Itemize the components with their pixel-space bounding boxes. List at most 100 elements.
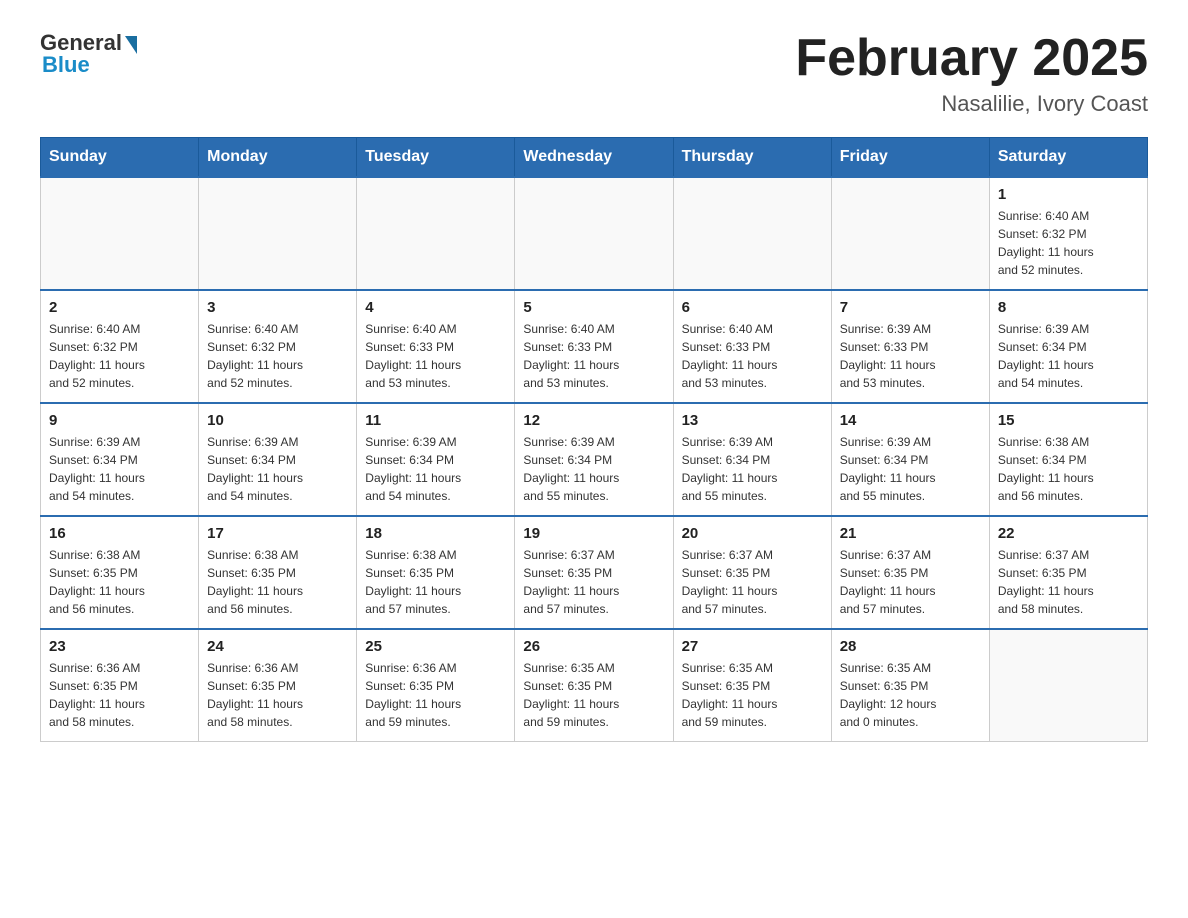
day-number: 26 bbox=[523, 638, 664, 655]
calendar-cell: 13 Sunrise: 6:39 AM Sunset: 6:34 PM Dayli… bbox=[673, 403, 831, 516]
calendar-cell: 5 Sunrise: 6:40 AM Sunset: 6:33 PM Daylig… bbox=[515, 290, 673, 403]
day-info: Sunrise: 6:38 AM Sunset: 6:34 PM Dayligh… bbox=[998, 433, 1139, 505]
calendar-cell: 3 Sunrise: 6:40 AM Sunset: 6:32 PM Daylig… bbox=[199, 290, 357, 403]
logo-blue-text: Blue bbox=[42, 52, 90, 78]
day-number: 1 bbox=[998, 186, 1139, 203]
weekday-header-friday: Friday bbox=[831, 138, 989, 178]
day-number: 8 bbox=[998, 299, 1139, 316]
day-number: 27 bbox=[682, 638, 823, 655]
calendar-cell: 6 Sunrise: 6:40 AM Sunset: 6:33 PM Daylig… bbox=[673, 290, 831, 403]
title-block: February 2025 Nasalilie, Ivory Coast bbox=[795, 30, 1148, 117]
calendar-location: Nasalilie, Ivory Coast bbox=[795, 91, 1148, 117]
day-number: 18 bbox=[365, 525, 506, 542]
calendar-week-row: 16 Sunrise: 6:38 AM Sunset: 6:35 PM Dayli… bbox=[41, 516, 1148, 629]
calendar-cell: 19 Sunrise: 6:37 AM Sunset: 6:35 PM Dayli… bbox=[515, 516, 673, 629]
page-header: General Blue February 2025 Nasalilie, Iv… bbox=[40, 30, 1148, 117]
calendar-cell: 27 Sunrise: 6:35 AM Sunset: 6:35 PM Dayli… bbox=[673, 629, 831, 742]
day-info: Sunrise: 6:40 AM Sunset: 6:33 PM Dayligh… bbox=[682, 320, 823, 392]
logo-triangle-icon bbox=[125, 36, 137, 54]
weekday-header-wednesday: Wednesday bbox=[515, 138, 673, 178]
day-info: Sunrise: 6:40 AM Sunset: 6:33 PM Dayligh… bbox=[365, 320, 506, 392]
calendar-cell: 22 Sunrise: 6:37 AM Sunset: 6:35 PM Dayli… bbox=[989, 516, 1147, 629]
calendar-cell bbox=[357, 177, 515, 290]
calendar-cell bbox=[673, 177, 831, 290]
day-info: Sunrise: 6:39 AM Sunset: 6:34 PM Dayligh… bbox=[49, 433, 190, 505]
day-info: Sunrise: 6:39 AM Sunset: 6:33 PM Dayligh… bbox=[840, 320, 981, 392]
day-info: Sunrise: 6:37 AM Sunset: 6:35 PM Dayligh… bbox=[523, 546, 664, 618]
day-number: 6 bbox=[682, 299, 823, 316]
calendar-cell bbox=[515, 177, 673, 290]
calendar-week-row: 9 Sunrise: 6:39 AM Sunset: 6:34 PM Daylig… bbox=[41, 403, 1148, 516]
day-number: 11 bbox=[365, 412, 506, 429]
calendar-cell: 26 Sunrise: 6:35 AM Sunset: 6:35 PM Dayli… bbox=[515, 629, 673, 742]
day-info: Sunrise: 6:39 AM Sunset: 6:34 PM Dayligh… bbox=[682, 433, 823, 505]
day-info: Sunrise: 6:36 AM Sunset: 6:35 PM Dayligh… bbox=[207, 659, 348, 731]
calendar-cell: 28Sunrise: 6:35 AM Sunset: 6:35 PM Dayli… bbox=[831, 629, 989, 742]
calendar-cell: 9 Sunrise: 6:39 AM Sunset: 6:34 PM Daylig… bbox=[41, 403, 199, 516]
calendar-cell bbox=[199, 177, 357, 290]
calendar-cell: 20 Sunrise: 6:37 AM Sunset: 6:35 PM Dayli… bbox=[673, 516, 831, 629]
day-info: Sunrise: 6:37 AM Sunset: 6:35 PM Dayligh… bbox=[840, 546, 981, 618]
calendar-cell bbox=[989, 629, 1147, 742]
calendar-cell: 8 Sunrise: 6:39 AM Sunset: 6:34 PM Daylig… bbox=[989, 290, 1147, 403]
day-number: 19 bbox=[523, 525, 664, 542]
calendar-cell: 17Sunrise: 6:38 AM Sunset: 6:35 PM Dayli… bbox=[199, 516, 357, 629]
day-info: Sunrise: 6:39 AM Sunset: 6:34 PM Dayligh… bbox=[998, 320, 1139, 392]
day-info: Sunrise: 6:37 AM Sunset: 6:35 PM Dayligh… bbox=[682, 546, 823, 618]
calendar-cell bbox=[41, 177, 199, 290]
day-number: 16 bbox=[49, 525, 190, 542]
day-number: 3 bbox=[207, 299, 348, 316]
day-number: 22 bbox=[998, 525, 1139, 542]
day-number: 25 bbox=[365, 638, 506, 655]
day-number: 5 bbox=[523, 299, 664, 316]
calendar-cell: 21 Sunrise: 6:37 AM Sunset: 6:35 PM Dayli… bbox=[831, 516, 989, 629]
weekday-header-saturday: Saturday bbox=[989, 138, 1147, 178]
day-number: 9 bbox=[49, 412, 190, 429]
day-info: Sunrise: 6:35 AM Sunset: 6:35 PM Dayligh… bbox=[840, 659, 981, 731]
calendar-cell: 7 Sunrise: 6:39 AM Sunset: 6:33 PM Daylig… bbox=[831, 290, 989, 403]
weekday-header-sunday: Sunday bbox=[41, 138, 199, 178]
day-number: 12 bbox=[523, 412, 664, 429]
day-number: 4 bbox=[365, 299, 506, 316]
day-number: 7 bbox=[840, 299, 981, 316]
logo: General Blue bbox=[40, 30, 137, 78]
day-info: Sunrise: 6:37 AM Sunset: 6:35 PM Dayligh… bbox=[998, 546, 1139, 618]
day-info: Sunrise: 6:36 AM Sunset: 6:35 PM Dayligh… bbox=[365, 659, 506, 731]
day-info: Sunrise: 6:39 AM Sunset: 6:34 PM Dayligh… bbox=[207, 433, 348, 505]
weekday-header-monday: Monday bbox=[199, 138, 357, 178]
calendar-title: February 2025 bbox=[795, 30, 1148, 87]
day-number: 2 bbox=[49, 299, 190, 316]
day-number: 21 bbox=[840, 525, 981, 542]
day-info: Sunrise: 6:40 AM Sunset: 6:32 PM Dayligh… bbox=[207, 320, 348, 392]
day-number: 13 bbox=[682, 412, 823, 429]
calendar-cell: 12Sunrise: 6:39 AM Sunset: 6:34 PM Dayli… bbox=[515, 403, 673, 516]
calendar-week-row: 2 Sunrise: 6:40 AM Sunset: 6:32 PM Daylig… bbox=[41, 290, 1148, 403]
day-info: Sunrise: 6:35 AM Sunset: 6:35 PM Dayligh… bbox=[523, 659, 664, 731]
calendar-cell: 10Sunrise: 6:39 AM Sunset: 6:34 PM Dayli… bbox=[199, 403, 357, 516]
day-info: Sunrise: 6:40 AM Sunset: 6:33 PM Dayligh… bbox=[523, 320, 664, 392]
day-number: 23 bbox=[49, 638, 190, 655]
weekday-header-row: SundayMondayTuesdayWednesdayThursdayFrid… bbox=[41, 138, 1148, 178]
calendar-cell: 1 Sunrise: 6:40 AM Sunset: 6:32 PM Daylig… bbox=[989, 177, 1147, 290]
day-info: Sunrise: 6:40 AM Sunset: 6:32 PM Dayligh… bbox=[49, 320, 190, 392]
calendar-cell: 16Sunrise: 6:38 AM Sunset: 6:35 PM Dayli… bbox=[41, 516, 199, 629]
day-info: Sunrise: 6:39 AM Sunset: 6:34 PM Dayligh… bbox=[840, 433, 981, 505]
calendar-cell: 25 Sunrise: 6:36 AM Sunset: 6:35 PM Dayli… bbox=[357, 629, 515, 742]
calendar-cell: 18 Sunrise: 6:38 AM Sunset: 6:35 PM Dayli… bbox=[357, 516, 515, 629]
calendar-cell: 4 Sunrise: 6:40 AM Sunset: 6:33 PM Daylig… bbox=[357, 290, 515, 403]
calendar-cell: 23 Sunrise: 6:36 AM Sunset: 6:35 PM Dayli… bbox=[41, 629, 199, 742]
weekday-header-tuesday: Tuesday bbox=[357, 138, 515, 178]
day-info: Sunrise: 6:38 AM Sunset: 6:35 PM Dayligh… bbox=[207, 546, 348, 618]
calendar-cell: 24 Sunrise: 6:36 AM Sunset: 6:35 PM Dayli… bbox=[199, 629, 357, 742]
calendar-cell bbox=[831, 177, 989, 290]
day-number: 24 bbox=[207, 638, 348, 655]
calendar-cell: 2 Sunrise: 6:40 AM Sunset: 6:32 PM Daylig… bbox=[41, 290, 199, 403]
calendar-cell: 15Sunrise: 6:38 AM Sunset: 6:34 PM Dayli… bbox=[989, 403, 1147, 516]
day-info: Sunrise: 6:36 AM Sunset: 6:35 PM Dayligh… bbox=[49, 659, 190, 731]
day-number: 14 bbox=[840, 412, 981, 429]
day-info: Sunrise: 6:40 AM Sunset: 6:32 PM Dayligh… bbox=[998, 207, 1139, 279]
day-info: Sunrise: 6:39 AM Sunset: 6:34 PM Dayligh… bbox=[365, 433, 506, 505]
day-info: Sunrise: 6:38 AM Sunset: 6:35 PM Dayligh… bbox=[365, 546, 506, 618]
day-info: Sunrise: 6:35 AM Sunset: 6:35 PM Dayligh… bbox=[682, 659, 823, 731]
day-number: 20 bbox=[682, 525, 823, 542]
